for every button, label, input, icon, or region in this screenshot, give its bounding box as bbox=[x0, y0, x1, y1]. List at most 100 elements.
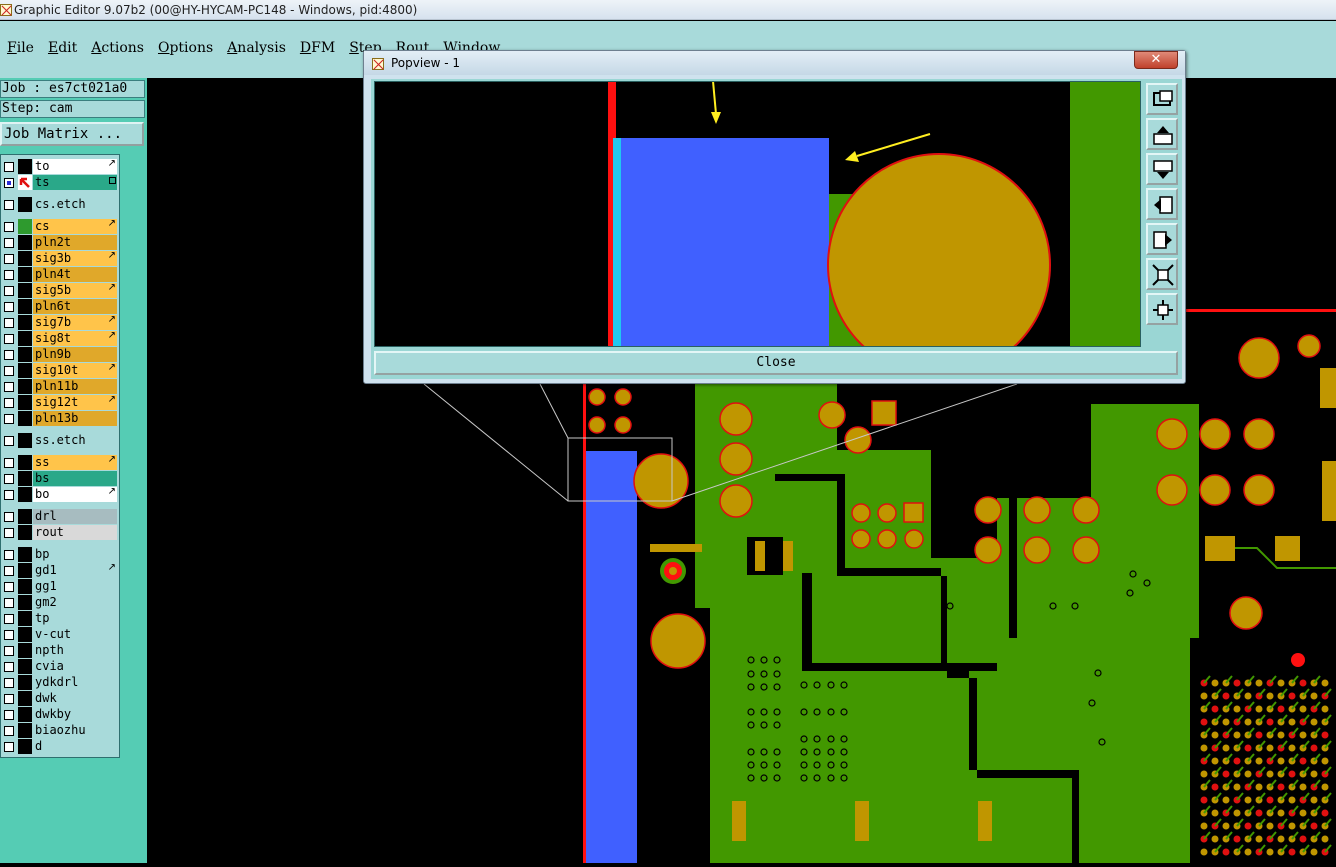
layer-row-gg1[interactable]: gg1 bbox=[1, 578, 119, 594]
layer-color-swatch[interactable] bbox=[18, 363, 32, 378]
layer-checkbox[interactable] bbox=[4, 382, 14, 392]
zoom-window-button[interactable] bbox=[1146, 83, 1178, 115]
layer-row-pln9b[interactable]: pln9b bbox=[1, 346, 119, 362]
layer-checkbox[interactable] bbox=[4, 474, 14, 484]
layer-row-cs.etch[interactable]: cs.etch bbox=[1, 196, 119, 212]
layer-checkbox[interactable] bbox=[4, 662, 14, 672]
layer-color-swatch[interactable] bbox=[18, 315, 32, 330]
layer-row-gm2[interactable]: gm2 bbox=[1, 594, 119, 610]
layer-row-npth[interactable]: npth bbox=[1, 642, 119, 658]
layer-checkbox[interactable] bbox=[4, 162, 14, 172]
popview-close-button[interactable]: Close bbox=[374, 351, 1178, 375]
menu-dfm[interactable]: DFM bbox=[293, 37, 342, 61]
layer-row-ts[interactable]: ts bbox=[1, 174, 119, 190]
pan-down-button[interactable] bbox=[1146, 153, 1178, 185]
layer-color-swatch[interactable] bbox=[18, 395, 32, 410]
job-matrix-button[interactable]: Job Matrix ... bbox=[0, 122, 144, 146]
layer-checkbox[interactable] bbox=[4, 490, 14, 500]
layer-checkbox[interactable] bbox=[4, 726, 14, 736]
layer-row-bp[interactable]: bp bbox=[1, 546, 119, 562]
layer-checkbox[interactable] bbox=[4, 710, 14, 720]
layer-checkbox[interactable] bbox=[4, 528, 14, 538]
layer-row-sig10t[interactable]: sig10t ↗ bbox=[1, 362, 119, 378]
layer-row-pln11b[interactable]: pln11b bbox=[1, 378, 119, 394]
popview-window-close-button[interactable]: ✕ bbox=[1134, 51, 1178, 69]
layer-checkbox[interactable] bbox=[4, 614, 14, 624]
layer-color-swatch[interactable] bbox=[18, 267, 32, 282]
layer-color-swatch[interactable] bbox=[18, 411, 32, 426]
layer-color-swatch[interactable] bbox=[18, 595, 32, 610]
layer-color-swatch[interactable] bbox=[18, 197, 32, 212]
layer-row-drl[interactable]: drl bbox=[1, 508, 119, 524]
layer-checkbox[interactable] bbox=[4, 286, 14, 296]
layer-color-swatch[interactable] bbox=[18, 675, 32, 690]
layer-color-swatch[interactable] bbox=[18, 509, 32, 524]
layer-color-swatch[interactable] bbox=[18, 433, 32, 448]
layer-row-sig5b[interactable]: sig5b ↗ bbox=[1, 282, 119, 298]
layer-color-swatch[interactable] bbox=[18, 643, 32, 658]
pan-up-button[interactable] bbox=[1146, 118, 1178, 150]
menu-options[interactable]: Options bbox=[151, 37, 220, 61]
layer-color-swatch[interactable] bbox=[18, 691, 32, 706]
layer-row-biaozhu[interactable]: biaozhu bbox=[1, 722, 119, 738]
layer-checkbox[interactable] bbox=[4, 200, 14, 210]
layer-row-sig8t[interactable]: sig8t ↗ bbox=[1, 330, 119, 346]
layer-color-swatch[interactable] bbox=[18, 659, 32, 674]
layer-color-swatch[interactable] bbox=[18, 611, 32, 626]
layer-checkbox[interactable] bbox=[4, 598, 14, 608]
layer-row-v-cut[interactable]: v-cut bbox=[1, 626, 119, 642]
layer-row-tp[interactable]: tp bbox=[1, 610, 119, 626]
layer-color-swatch[interactable] bbox=[18, 707, 32, 722]
layer-checkbox[interactable] bbox=[4, 550, 14, 560]
menu-edit[interactable]: Edit bbox=[41, 37, 84, 61]
layer-row-cvia[interactable]: cvia bbox=[1, 658, 119, 674]
popview-titlebar[interactable]: Popview - 1 ✕ bbox=[364, 51, 1185, 75]
layer-row-ss.etch[interactable]: ss.etch bbox=[1, 432, 119, 448]
layer-row-to[interactable]: to ↗ bbox=[1, 158, 119, 174]
layer-color-swatch[interactable] bbox=[18, 347, 32, 362]
layer-checkbox[interactable] bbox=[4, 334, 14, 344]
layer-row-pln13b[interactable]: pln13b bbox=[1, 410, 119, 426]
layer-row-sig12t[interactable]: sig12t ↗ bbox=[1, 394, 119, 410]
layer-color-swatch[interactable] bbox=[18, 251, 32, 266]
layer-checkbox[interactable] bbox=[4, 254, 14, 264]
layer-checkbox[interactable] bbox=[4, 582, 14, 592]
layer-checkbox[interactable] bbox=[4, 742, 14, 752]
layer-row-d[interactable]: d bbox=[1, 738, 119, 754]
pan-left-button[interactable] bbox=[1146, 188, 1178, 220]
layer-color-swatch[interactable] bbox=[18, 487, 32, 502]
layer-row-gd1[interactable]: gd1 ↗ bbox=[1, 562, 119, 578]
layer-color-swatch[interactable] bbox=[18, 627, 32, 642]
zoom-out-button[interactable] bbox=[1146, 293, 1178, 325]
layer-color-swatch[interactable] bbox=[18, 299, 32, 314]
layer-row-bo[interactable]: bo ↗ bbox=[1, 486, 119, 502]
zoom-in-button[interactable] bbox=[1146, 258, 1178, 290]
layer-checkbox[interactable] bbox=[4, 694, 14, 704]
layer-checkbox[interactable] bbox=[4, 458, 14, 468]
layer-checkbox[interactable] bbox=[4, 398, 14, 408]
layer-checkbox[interactable] bbox=[4, 238, 14, 248]
layer-row-pln6t[interactable]: pln6t bbox=[1, 298, 119, 314]
layer-color-swatch[interactable] bbox=[18, 331, 32, 346]
layer-row-sig7b[interactable]: sig7b ↗ bbox=[1, 314, 119, 330]
layer-checkbox[interactable] bbox=[4, 366, 14, 376]
layer-row-pln4t[interactable]: pln4t bbox=[1, 266, 119, 282]
layer-color-swatch[interactable] bbox=[18, 235, 32, 250]
layer-color-swatch[interactable] bbox=[18, 455, 32, 470]
layer-color-swatch[interactable] bbox=[18, 525, 32, 540]
layer-checkbox[interactable] bbox=[4, 678, 14, 688]
menu-file[interactable]: File bbox=[0, 37, 41, 61]
layer-row-bs[interactable]: bs bbox=[1, 470, 119, 486]
menu-actions[interactable]: Actions bbox=[84, 37, 151, 61]
layer-checkbox[interactable] bbox=[4, 222, 14, 232]
layer-row-sig3b[interactable]: sig3b ↗ bbox=[1, 250, 119, 266]
layer-checkbox[interactable] bbox=[4, 436, 14, 446]
layer-checkbox[interactable] bbox=[4, 512, 14, 522]
layer-checkbox[interactable] bbox=[4, 302, 14, 312]
pan-right-button[interactable] bbox=[1146, 223, 1178, 255]
layer-checkbox[interactable] bbox=[4, 270, 14, 280]
layer-checkbox[interactable] bbox=[4, 318, 14, 328]
layer-checkbox[interactable] bbox=[4, 414, 14, 424]
layer-color-swatch[interactable] bbox=[18, 471, 32, 486]
layer-row-dwkby[interactable]: dwkby bbox=[1, 706, 119, 722]
